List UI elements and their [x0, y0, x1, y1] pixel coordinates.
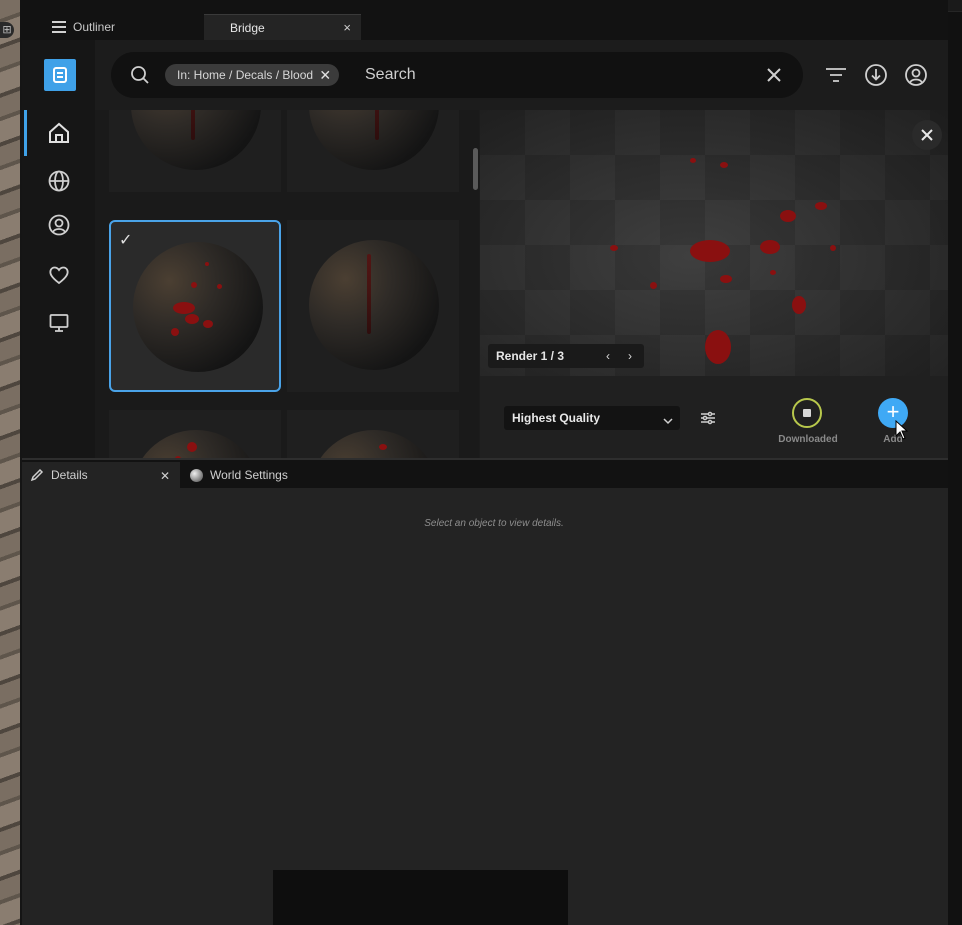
render-pager: Render 1 / 3 ‹ ›	[488, 344, 644, 368]
sliders-icon[interactable]	[700, 410, 716, 426]
home-icon[interactable]	[46, 120, 72, 146]
asset-thumbnail	[131, 430, 261, 458]
tab-world-settings[interactable]: World Settings	[182, 462, 362, 488]
account-icon[interactable]	[903, 62, 929, 88]
globe-icon[interactable]	[46, 168, 72, 194]
quality-dropdown[interactable]: Highest Quality	[504, 406, 680, 430]
chevron-right-icon[interactable]: ›	[628, 344, 632, 368]
search-icon[interactable]	[129, 64, 151, 86]
tab-details-label: Details	[51, 468, 88, 482]
tab-world-settings-label: World Settings	[210, 468, 288, 482]
bridge-sidebar	[22, 40, 95, 458]
details-empty-message: Select an object to view details.	[424, 518, 564, 529]
tab-outliner-label: Outliner	[73, 20, 116, 34]
asset-thumbnail	[309, 110, 439, 170]
asset-card[interactable]	[109, 410, 281, 458]
asset-actions: Highest Quality Downloaded + Add	[480, 376, 948, 458]
asset-thumbnail	[131, 110, 261, 170]
search-bar[interactable]: In: Home / Decals / Blood ✕	[111, 52, 803, 98]
chevron-left-icon[interactable]: ‹	[606, 344, 610, 368]
bridge-header: In: Home / Decals / Blood ✕	[95, 40, 948, 110]
viewport-background	[0, 0, 20, 925]
monitor-icon[interactable]	[46, 310, 72, 336]
heart-icon[interactable]	[46, 262, 72, 288]
downloaded-button[interactable]	[792, 398, 822, 428]
search-input[interactable]	[365, 63, 745, 87]
asset-thumbnail	[309, 240, 439, 370]
tab-details[interactable]: Details ✕	[22, 462, 180, 488]
close-icon[interactable]: ×	[343, 20, 351, 35]
asset-card[interactable]	[287, 220, 459, 392]
close-icon[interactable]: ✕	[160, 469, 170, 483]
world-icon	[190, 468, 203, 482]
close-preview-button[interactable]	[912, 120, 942, 150]
search-scope-label: In: Home / Decals / Blood	[177, 68, 314, 82]
stop-icon	[803, 409, 811, 417]
editor-window: ⊞ Outliner Bridge × In: Home / Decals / …	[0, 0, 962, 925]
asset-grid[interactable]: ✓	[95, 110, 479, 458]
chevron-down-icon	[662, 411, 674, 425]
download-icon[interactable]	[863, 62, 889, 88]
asset-preview[interactable]: Render 1 / 3 ‹ ›	[480, 110, 948, 376]
grid-scrollbar[interactable]	[473, 148, 478, 190]
tab-bridge-label: Bridge	[230, 20, 265, 35]
tab-outliner[interactable]: Outliner	[42, 14, 202, 40]
search-scope-chip[interactable]: In: Home / Decals / Blood ✕	[165, 64, 340, 86]
details-panel: Details ✕ World Settings Select an objec…	[22, 458, 948, 925]
filter-icon[interactable]	[823, 62, 849, 88]
asset-card[interactable]	[287, 110, 459, 192]
asset-thumbnail	[309, 430, 439, 458]
outliner-icon	[52, 21, 66, 33]
user-icon[interactable]	[46, 212, 72, 238]
nav-active-indicator	[24, 110, 27, 156]
details-tab-bar: Details ✕ World Settings	[22, 460, 948, 488]
close-icon[interactable]	[763, 64, 785, 86]
bridge-panel: In: Home / Decals / Blood ✕ Search ✓ Ren…	[22, 40, 948, 458]
downloaded-label: Downloaded	[778, 434, 838, 445]
check-icon: ✓	[119, 232, 133, 249]
overlay-panel	[273, 870, 568, 925]
render-label: Render 1 / 3	[496, 349, 565, 363]
tab-bridge[interactable]: Bridge ×	[204, 14, 361, 40]
asset-card[interactable]	[287, 410, 459, 458]
tab-bar: Outliner Bridge ×	[20, 0, 948, 40]
asset-thumbnail	[133, 242, 263, 372]
mouse-cursor	[895, 419, 909, 440]
asset-card-selected[interactable]: ✓	[109, 220, 281, 392]
close-icon[interactable]: ✕	[319, 64, 331, 86]
bridge-logo-icon[interactable]	[44, 59, 76, 91]
quality-value: Highest Quality	[512, 411, 601, 425]
asset-card[interactable]	[109, 110, 281, 192]
window-edge	[948, 0, 962, 925]
pencil-icon	[30, 468, 44, 482]
